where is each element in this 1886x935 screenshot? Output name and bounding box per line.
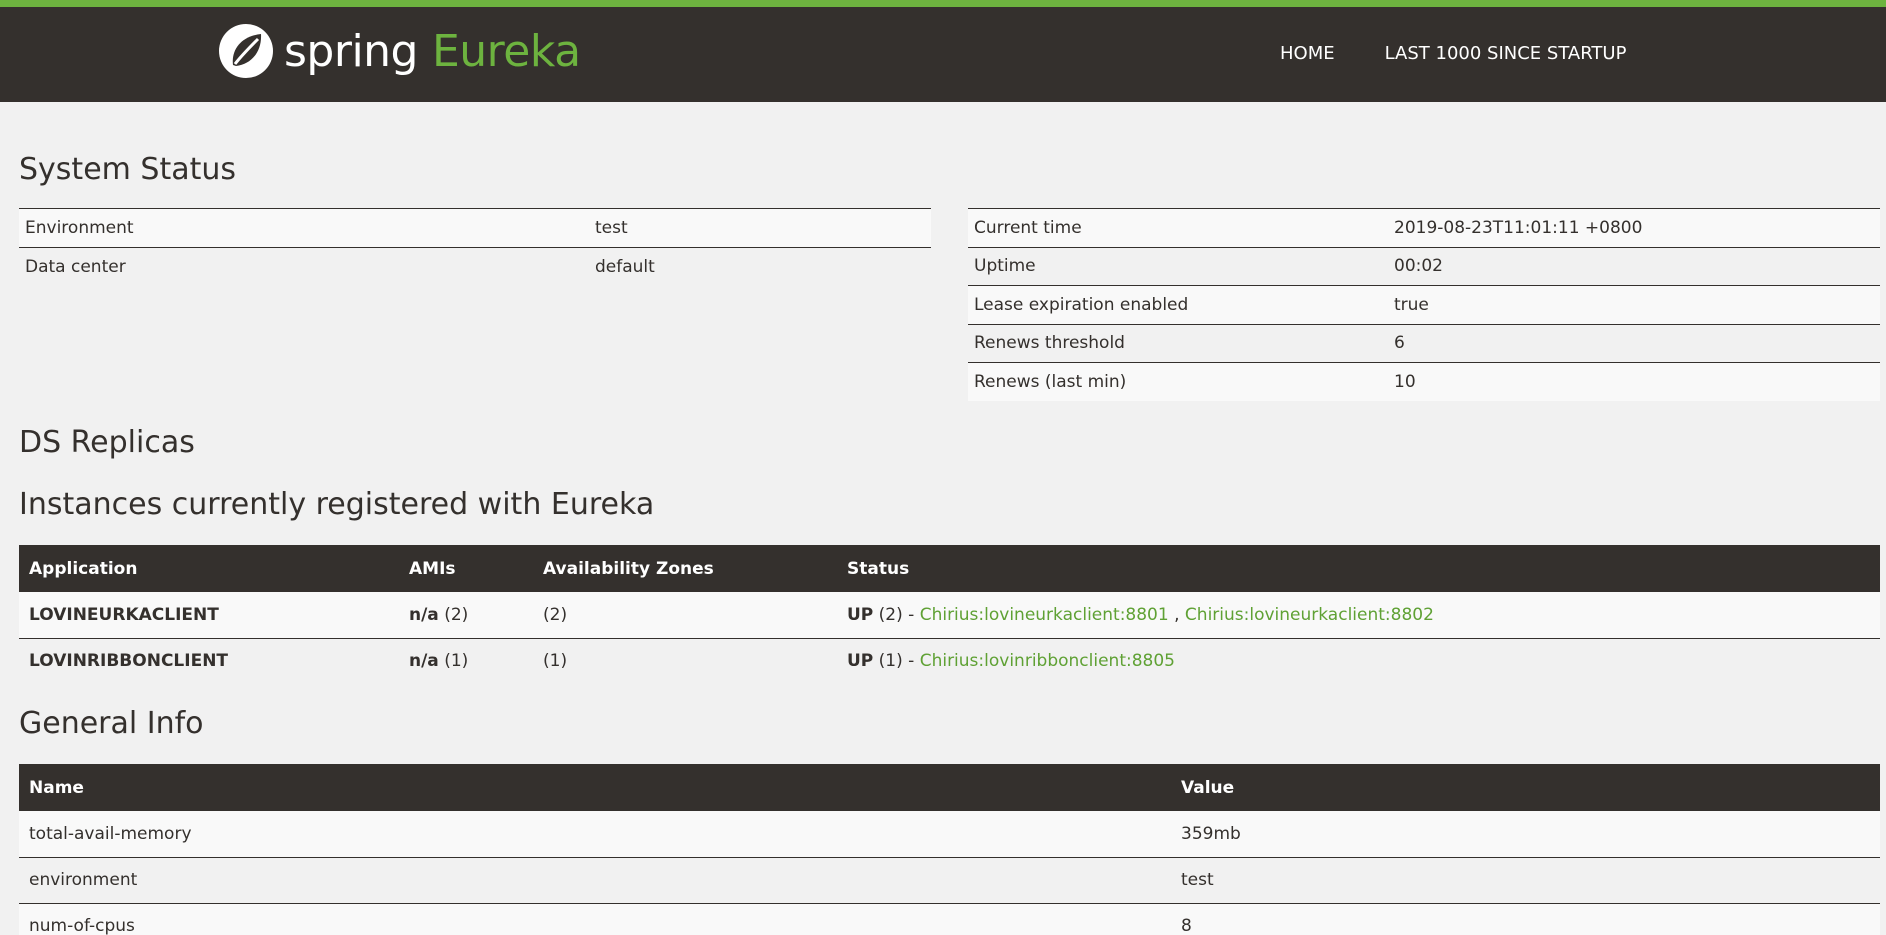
nav-last-1000-link[interactable]: LAST 1000 SINCE STARTUP bbox=[1385, 43, 1627, 64]
status-label: Current time bbox=[968, 208, 1388, 247]
table-row: num-of-cpus 8 bbox=[19, 902, 1880, 935]
application-name: LOVINRIBBONCLIENT bbox=[19, 637, 399, 684]
ami-count: (2) bbox=[444, 604, 469, 625]
status-label: Renews (last min) bbox=[968, 362, 1388, 401]
status-label: Lease expiration enabled bbox=[968, 285, 1388, 324]
table-row: Data center default bbox=[19, 246, 931, 286]
info-name: total-avail-memory bbox=[19, 811, 1171, 857]
instance-link[interactable]: Chirius:lovineurkaclient:8802 bbox=[1185, 605, 1434, 625]
status-value: default bbox=[589, 246, 931, 286]
column-header-availability-zones: Availability Zones bbox=[533, 545, 837, 592]
ami-label: n/a bbox=[409, 651, 439, 672]
ami-cell: n/a (1) bbox=[399, 637, 533, 684]
nav-home-link[interactable]: HOME bbox=[1280, 43, 1335, 64]
status-value: true bbox=[1388, 285, 1880, 324]
status-count: (2) - bbox=[878, 604, 915, 625]
status-cell: UP (1) - Chirius:lovinribbonclient:8805 bbox=[837, 637, 1880, 684]
column-header-value: Value bbox=[1171, 764, 1880, 811]
system-status-title: System Status bbox=[19, 152, 237, 187]
table-row: Renews (last min) 10 bbox=[968, 362, 1880, 401]
info-name: num-of-cpus bbox=[19, 902, 1171, 935]
info-value: 8 bbox=[1171, 902, 1880, 935]
column-header-status: Status bbox=[837, 545, 1880, 592]
main-nav: HOME LAST 1000 SINCE STARTUP bbox=[1280, 43, 1626, 64]
table-row: Current time 2019-08-23T11:01:11 +0800 bbox=[968, 208, 1880, 247]
table-row: LOVINEURKACLIENT n/a (2) (2) UP (2) - Ch… bbox=[19, 592, 1880, 638]
table-row: total-avail-memory 359mb bbox=[19, 811, 1880, 857]
system-status-right-table: Current time 2019-08-23T11:01:11 +0800 U… bbox=[968, 208, 1880, 401]
column-header-name: Name bbox=[19, 764, 1171, 811]
instances-title: Instances currently registered with Eure… bbox=[19, 487, 655, 522]
info-value: test bbox=[1171, 856, 1880, 903]
status-up: UP bbox=[847, 651, 874, 672]
status-up: UP bbox=[847, 604, 874, 625]
table-header-row: Application AMIs Availability Zones Stat… bbox=[19, 545, 1880, 592]
table-row: Uptime 00:02 bbox=[968, 246, 1880, 286]
instance-link[interactable]: Chirius:lovinribbonclient:8805 bbox=[920, 651, 1175, 671]
status-label: Renews threshold bbox=[968, 323, 1388, 363]
ami-label: n/a bbox=[409, 604, 439, 625]
status-count: (1) - bbox=[878, 651, 915, 672]
column-header-application: Application bbox=[19, 545, 399, 592]
table-row: Lease expiration enabled true bbox=[968, 285, 1880, 324]
general-info-table: Name Value total-avail-memory 359mb envi… bbox=[19, 764, 1880, 935]
ds-replicas-title: DS Replicas bbox=[19, 425, 195, 460]
general-info-title: General Info bbox=[19, 706, 204, 741]
info-value: 359mb bbox=[1171, 811, 1880, 857]
system-status-left-table: Environment test Data center default bbox=[19, 208, 931, 286]
status-label: Data center bbox=[19, 246, 589, 286]
status-value: test bbox=[589, 208, 931, 247]
status-label: Uptime bbox=[968, 246, 1388, 286]
link-separator: , bbox=[1174, 604, 1180, 625]
ami-cell: n/a (2) bbox=[399, 592, 533, 638]
table-row: environment test bbox=[19, 856, 1880, 903]
instance-link[interactable]: Chirius:lovineurkaclient:8801 bbox=[920, 605, 1169, 625]
table-row: Renews threshold 6 bbox=[968, 323, 1880, 363]
logo-word-spring: spring bbox=[284, 25, 418, 77]
status-value: 2019-08-23T11:01:11 +0800 bbox=[1388, 208, 1880, 247]
zones-cell: (2) bbox=[533, 592, 837, 638]
status-cell: UP (2) - Chirius:lovineurkaclient:8801 ,… bbox=[837, 592, 1880, 638]
column-header-amis: AMIs bbox=[399, 545, 533, 592]
table-row: Environment test bbox=[19, 208, 931, 247]
logo-word-eureka: Eureka bbox=[431, 25, 581, 77]
top-navbar: spring Eureka HOME LAST 1000 SINCE START… bbox=[0, 0, 1886, 102]
application-name: LOVINEURKACLIENT bbox=[19, 592, 399, 638]
status-value: 10 bbox=[1388, 362, 1880, 401]
status-value: 6 bbox=[1388, 323, 1880, 363]
spring-leaf-icon bbox=[219, 24, 273, 78]
zones-cell: (1) bbox=[533, 637, 837, 684]
ami-count: (1) bbox=[444, 651, 469, 672]
status-value: 00:02 bbox=[1388, 246, 1880, 286]
status-label: Environment bbox=[19, 208, 589, 247]
table-row: LOVINRIBBONCLIENT n/a (1) (1) UP (1) - C… bbox=[19, 637, 1880, 684]
info-name: environment bbox=[19, 856, 1171, 903]
table-header-row: Name Value bbox=[19, 764, 1880, 811]
spring-eureka-logo[interactable]: spring Eureka bbox=[216, 21, 581, 81]
instances-table: Application AMIs Availability Zones Stat… bbox=[19, 545, 1880, 684]
